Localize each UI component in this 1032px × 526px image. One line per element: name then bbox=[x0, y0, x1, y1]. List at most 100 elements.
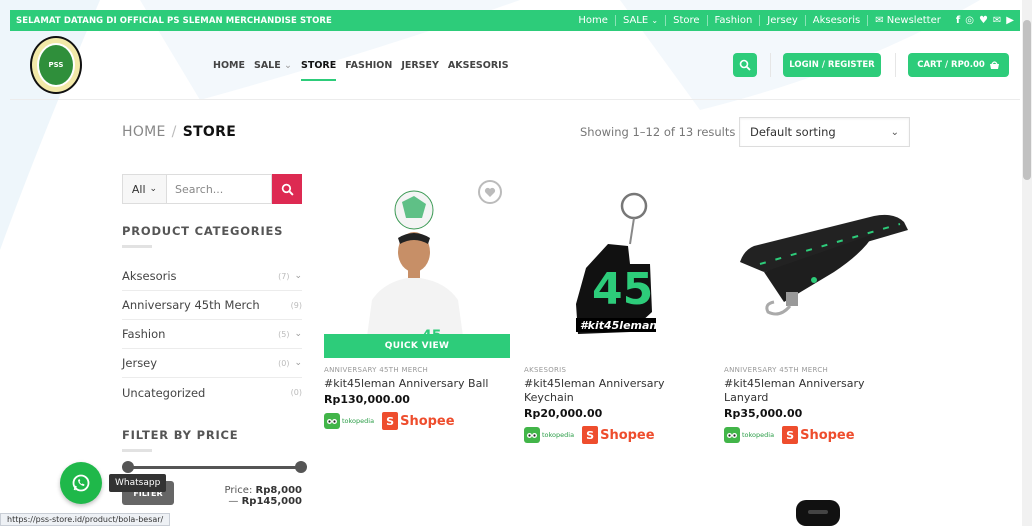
sorting-value: Default sorting bbox=[750, 125, 836, 139]
youtube-icon[interactable]: ▶ bbox=[1006, 15, 1014, 26]
nav-sale[interactable]: SALE ⌄ bbox=[254, 60, 292, 81]
shopee-bag-icon: S bbox=[382, 412, 399, 430]
product-card[interactable]: 45 QUICK VIEW ANNIVERSARY 45TH MERCH #ki… bbox=[324, 172, 510, 430]
product-image[interactable]: 45 QUICK VIEW bbox=[324, 172, 510, 358]
header-divider bbox=[770, 53, 771, 77]
site-header: PSS HOME SALE ⌄ STORE FASHION JERSEY AKS… bbox=[10, 31, 1020, 100]
basket-icon bbox=[989, 61, 999, 69]
price-slider-min-handle[interactable] bbox=[122, 461, 134, 473]
category-item[interactable]: Aksesoris (7) ⌄ bbox=[122, 262, 302, 291]
logo-emblem: PSS bbox=[37, 43, 75, 87]
product-category: ANNIVERSARY 45TH MERCH bbox=[724, 366, 829, 374]
category-count: (0) bbox=[278, 358, 290, 368]
nav-fashion[interactable]: FASHION bbox=[345, 60, 392, 81]
price-label: Price: bbox=[224, 485, 253, 496]
store-links: tokopedia S Shopee bbox=[724, 426, 910, 444]
top-nav-jersey[interactable]: Jersey bbox=[759, 15, 805, 26]
widget-rule bbox=[122, 245, 152, 248]
results-count: Showing 1–12 of 13 results bbox=[580, 125, 736, 139]
shopee-label: Shopee bbox=[800, 427, 855, 443]
product-card[interactable]: 45 #kit45leman AKSESORIS #kit45leman Ann… bbox=[524, 172, 710, 444]
search-category-select[interactable]: All ⌄ bbox=[122, 174, 167, 204]
heart-icon bbox=[484, 187, 496, 197]
top-nav-sale[interactable]: SALE ⌄ bbox=[614, 15, 665, 26]
category-item[interactable]: Uncategorized (0) bbox=[122, 378, 302, 407]
header-search-button[interactable] bbox=[733, 53, 757, 77]
product-image[interactable]: 45 #kit45leman bbox=[524, 172, 710, 358]
top-nav-home[interactable]: Home bbox=[571, 15, 615, 26]
category-name: Jersey bbox=[122, 356, 158, 370]
nav-aksesoris[interactable]: AKSESORIS bbox=[448, 60, 509, 81]
price-range-text: Price: Rp8,000 — Rp145,000 bbox=[224, 485, 302, 507]
chevron-down-icon: ⌄ bbox=[149, 184, 158, 194]
category-list: Aksesoris (7) ⌄ Anniversary 45th Merch (9… bbox=[122, 262, 302, 407]
breadcrumb-home[interactable]: HOME bbox=[122, 124, 166, 140]
site-logo[interactable]: PSS bbox=[30, 36, 82, 94]
main-nav: HOME SALE ⌄ STORE FASHION JERSEY AKSESOR… bbox=[213, 60, 509, 81]
top-nav-aksesoris[interactable]: Aksesoris bbox=[804, 15, 867, 26]
category-name: Anniversary 45th Merch bbox=[122, 298, 260, 312]
browser-status-url: https://pss-store.id/product/bola-besar/ bbox=[0, 513, 171, 526]
tokopedia-link[interactable]: tokopedia bbox=[324, 413, 374, 429]
product-image[interactable] bbox=[724, 172, 910, 358]
chevron-down-icon[interactable]: ⌄ bbox=[294, 358, 302, 368]
chevron-down-icon[interactable]: ⌄ bbox=[294, 271, 302, 281]
whatsapp-button[interactable] bbox=[60, 462, 102, 504]
tokopedia-link[interactable]: tokopedia bbox=[724, 427, 774, 443]
scrollbar-thumb[interactable] bbox=[1023, 20, 1031, 180]
product-title[interactable]: #kit45leman Anniversary Lanyard bbox=[724, 377, 910, 405]
top-nav-sale-label: SALE bbox=[622, 15, 649, 26]
category-count: (7) bbox=[278, 271, 290, 281]
product-category: ANNIVERSARY 45TH MERCH bbox=[324, 366, 429, 374]
store-links: tokopedia S Shopee bbox=[524, 426, 710, 444]
login-register-button[interactable]: LOGIN / REGISTER bbox=[783, 53, 881, 77]
shopee-link[interactable]: S Shopee bbox=[582, 426, 655, 444]
category-item[interactable]: Fashion (5) ⌄ bbox=[122, 320, 302, 349]
store-links: tokopedia S Shopee bbox=[324, 412, 510, 430]
tokopedia-label: tokopedia bbox=[742, 431, 775, 439]
shopee-link[interactable]: S Shopee bbox=[382, 412, 455, 430]
category-item[interactable]: Jersey (0) ⌄ bbox=[122, 349, 302, 378]
svg-text:45: 45 bbox=[592, 264, 653, 315]
tokopedia-logo-icon bbox=[724, 427, 740, 443]
top-nav-fashion[interactable]: Fashion bbox=[706, 15, 760, 26]
quick-view-button[interactable]: QUICK VIEW bbox=[324, 334, 510, 358]
tokopedia-label: tokopedia bbox=[342, 417, 375, 425]
product-title[interactable]: #kit45leman Anniversary Keychain bbox=[524, 377, 710, 405]
sidebar-search: All ⌄ Search... bbox=[122, 174, 302, 204]
chevron-down-icon: ⌄ bbox=[890, 126, 899, 138]
product-price: Rp130,000.00 bbox=[324, 393, 410, 406]
price-slider-max-handle[interactable] bbox=[295, 461, 307, 473]
nav-store[interactable]: STORE bbox=[301, 60, 337, 81]
nav-jersey[interactable]: JERSEY bbox=[401, 60, 439, 81]
price-slider-track[interactable] bbox=[128, 466, 300, 469]
chevron-down-icon[interactable]: ⌄ bbox=[294, 329, 302, 339]
category-item[interactable]: Anniversary 45th Merch (9) bbox=[122, 291, 302, 320]
search-input[interactable]: Search... bbox=[167, 174, 272, 204]
search-icon bbox=[739, 59, 751, 71]
product-image-partial[interactable] bbox=[790, 498, 846, 526]
tokopedia-link[interactable]: tokopedia bbox=[524, 427, 574, 443]
product-title[interactable]: #kit45leman Anniversary Ball bbox=[324, 377, 510, 391]
mail-icon[interactable]: ✉ bbox=[993, 15, 1001, 26]
category-count: (5) bbox=[278, 329, 290, 339]
wishlist-button[interactable] bbox=[478, 180, 502, 204]
twitter-icon[interactable]: ♥ bbox=[979, 15, 988, 26]
shopee-link[interactable]: S Shopee bbox=[782, 426, 855, 444]
instagram-icon[interactable]: ◎ bbox=[965, 15, 974, 26]
top-nav-newsletter[interactable]: ✉ Newsletter bbox=[867, 15, 948, 26]
shopee-bag-icon: S bbox=[782, 426, 799, 444]
sorting-select[interactable]: Default sorting ⌄ bbox=[739, 117, 910, 147]
nav-home[interactable]: HOME bbox=[213, 60, 245, 81]
top-nav-store[interactable]: Store bbox=[665, 15, 706, 26]
shopee-label: Shopee bbox=[600, 427, 655, 443]
svg-text:#kit45leman: #kit45leman bbox=[580, 319, 657, 332]
page-scrollbar[interactable] bbox=[1022, 0, 1032, 526]
whatsapp-label: Whatsapp bbox=[109, 474, 167, 492]
facebook-icon[interactable]: f bbox=[956, 15, 960, 26]
newsletter-label: Newsletter bbox=[886, 15, 941, 26]
cart-button[interactable]: CART / RP0.00 bbox=[908, 53, 1009, 77]
search-icon bbox=[281, 183, 294, 196]
search-submit-button[interactable] bbox=[272, 174, 302, 204]
product-card[interactable]: ANNIVERSARY 45TH MERCH #kit45leman Anniv… bbox=[724, 172, 910, 444]
